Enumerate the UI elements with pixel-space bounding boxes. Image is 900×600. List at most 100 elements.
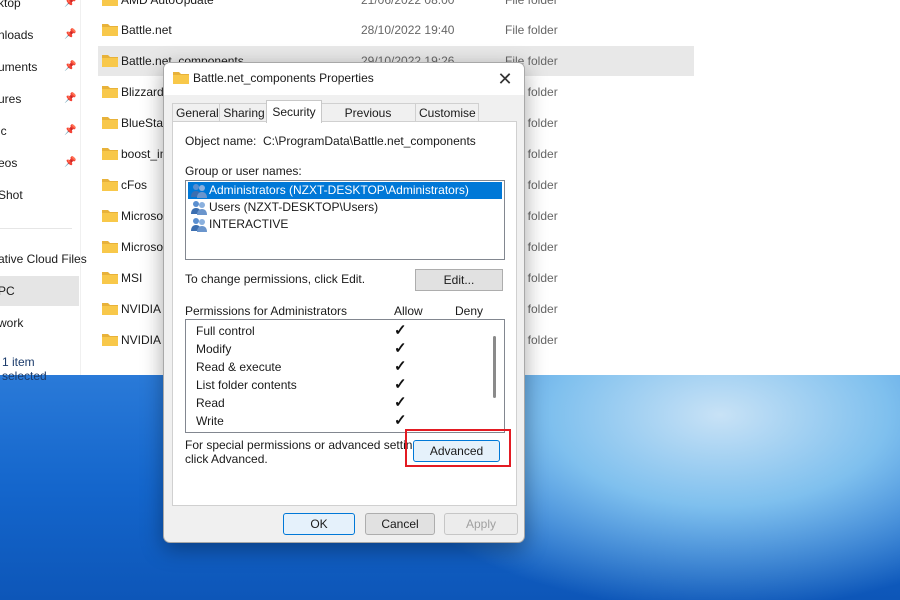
- permission-name: Read & execute: [196, 360, 282, 374]
- file-name: MSI: [121, 271, 143, 285]
- pin-icon: 📌: [64, 0, 77, 8]
- tab-security[interactable]: Security: [266, 100, 322, 123]
- nav-item-creative-cloud[interactable]: ative Cloud Files: [0, 244, 87, 274]
- pin-icon: 📌: [64, 29, 77, 40]
- nav-item-downloads[interactable]: nloads 📌: [0, 20, 80, 50]
- nav-item-shot[interactable]: Shot: [0, 180, 80, 210]
- permission-row: List folder contents ✓: [186, 376, 486, 394]
- nav-item-label: ic: [0, 124, 7, 138]
- table-row[interactable]: Battle.net 28/10/2022 19:40 File folder: [98, 15, 694, 45]
- folder-icon: [102, 0, 118, 6]
- nav-item-pictures[interactable]: ures 📌: [0, 84, 80, 114]
- file-name: Microso: [121, 209, 164, 223]
- deny-column-header: Deny: [455, 304, 484, 318]
- nav-item-documents[interactable]: uments 📌: [0, 52, 80, 82]
- user-item-administrators[interactable]: Administrators (NZXT-DESKTOP\Administrat…: [188, 182, 502, 199]
- dialog-titlebar[interactable]: Battle.net_components Properties ✕: [164, 63, 524, 95]
- users-group-icon: [191, 218, 207, 232]
- allow-check-icon: ✓: [394, 322, 407, 339]
- change-permissions-text: To change permissions, click Edit.: [185, 272, 366, 286]
- object-name-value: C:\ProgramData\Battle.net_components: [263, 134, 476, 148]
- folder-icon: [102, 117, 118, 129]
- nav-item-desktop[interactable]: ktop 📌: [0, 0, 80, 18]
- tab-general[interactable]: General: [172, 103, 220, 122]
- close-button[interactable]: ✕: [492, 66, 518, 92]
- permission-name: Read: [196, 396, 225, 410]
- allow-check-icon: ✓: [394, 376, 407, 393]
- folder-icon: [102, 303, 118, 315]
- permissions-scrollbar[interactable]: [493, 336, 496, 398]
- permission-row: Modify ✓: [186, 340, 486, 358]
- file-date: 28/10/2022 19:40: [361, 23, 455, 37]
- allow-check-icon: ✓: [394, 340, 407, 357]
- nav-item-label: uments: [0, 60, 38, 74]
- table-row[interactable]: AMD AutoUpdate 21/06/2022 08:00 File fol…: [98, 0, 694, 15]
- permissions-list[interactable]: Full control ✓ Modify ✓ Read & execute ✓…: [185, 319, 505, 433]
- allow-check-icon: ✓: [394, 412, 407, 429]
- file-date: 21/06/2022 08:00: [361, 0, 455, 7]
- nav-item-label: ures: [0, 92, 22, 106]
- file-name: AMD AutoUpdate: [121, 0, 214, 7]
- cancel-button[interactable]: Cancel: [365, 513, 435, 535]
- tab-customise[interactable]: Customise: [415, 103, 479, 122]
- properties-dialog: Battle.net_components Properties ✕ Gener…: [163, 62, 525, 543]
- permission-row: Full control ✓: [186, 322, 486, 340]
- permission-name: Modify: [196, 342, 232, 356]
- permission-name: Write: [196, 414, 224, 428]
- folder-icon: [102, 24, 118, 36]
- user-name: Administrators (NZXT-DESKTOP\Administrat…: [209, 183, 469, 197]
- pin-icon: 📌: [64, 157, 77, 168]
- permission-row: Read ✓: [186, 394, 486, 412]
- user-name: INTERACTIVE: [209, 217, 289, 231]
- folder-icon: [102, 210, 118, 222]
- close-icon: ✕: [497, 69, 513, 89]
- group-names-label: Group or user names:: [185, 164, 302, 178]
- nav-item-this-pc[interactable]: PC: [0, 276, 79, 306]
- pin-icon: 📌: [64, 93, 77, 104]
- dialog-title: Battle.net_components Properties: [193, 71, 374, 85]
- nav-divider: [0, 228, 72, 229]
- nav-item-label: nloads: [0, 28, 34, 42]
- annotation-highlight-box: [405, 429, 511, 467]
- file-name: Blizzard: [121, 85, 164, 99]
- nav-item-label: ktop: [0, 0, 21, 10]
- object-name-label: Object name:: [185, 134, 257, 148]
- tab-sharing[interactable]: Sharing: [219, 103, 269, 122]
- nav-item-label: ative Cloud Files: [0, 252, 87, 266]
- pin-icon: 📌: [64, 61, 77, 72]
- permission-name: Full control: [196, 324, 255, 338]
- edit-button[interactable]: Edit...: [415, 269, 503, 291]
- permission-name: List folder contents: [196, 378, 297, 392]
- file-name: boost_in: [121, 147, 167, 161]
- apply-button[interactable]: Apply: [444, 513, 518, 535]
- permission-row: Write ✓: [186, 412, 486, 430]
- file-name: NVIDIA: [121, 333, 162, 347]
- file-name: NVIDIA: [121, 302, 162, 316]
- nav-item-music[interactable]: ic 📌: [0, 116, 80, 146]
- selection-count: 1 item selected: [2, 355, 47, 383]
- file-name: cFos: [121, 178, 148, 192]
- folder-icon: [102, 241, 118, 253]
- status-bar-text: 1 item selected: [2, 355, 80, 383]
- folder-icon: [102, 55, 118, 67]
- folder-icon: [102, 86, 118, 98]
- folder-icon: [102, 272, 118, 284]
- allow-check-icon: ✓: [394, 358, 407, 375]
- file-type: File folder: [505, 23, 558, 37]
- user-list[interactable]: Administrators (NZXT-DESKTOP\Administrat…: [185, 180, 505, 260]
- nav-item-videos[interactable]: eos 📌: [0, 148, 80, 178]
- tab-previous-versions[interactable]: Previous Versions: [320, 103, 416, 138]
- users-group-icon: [191, 201, 207, 215]
- user-item-interactive[interactable]: INTERACTIVE: [188, 216, 502, 233]
- navigation-pane: ktop 📌 nloads 📌 uments 📌 ures 📌 ic 📌 eos…: [0, 0, 87, 383]
- nav-item-label: eos: [0, 156, 18, 170]
- allow-column-header: Allow: [394, 304, 423, 318]
- allow-check-icon: ✓: [394, 394, 407, 411]
- nav-item-label: work: [0, 316, 24, 330]
- ok-button[interactable]: OK: [283, 513, 355, 535]
- user-item-users[interactable]: Users (NZXT-DESKTOP\Users): [188, 199, 502, 216]
- permissions-label: Permissions for Administrators: [185, 304, 348, 318]
- nav-item-network[interactable]: work: [0, 308, 80, 338]
- users-group-icon: [191, 184, 207, 198]
- file-name: BlueStac: [121, 116, 170, 130]
